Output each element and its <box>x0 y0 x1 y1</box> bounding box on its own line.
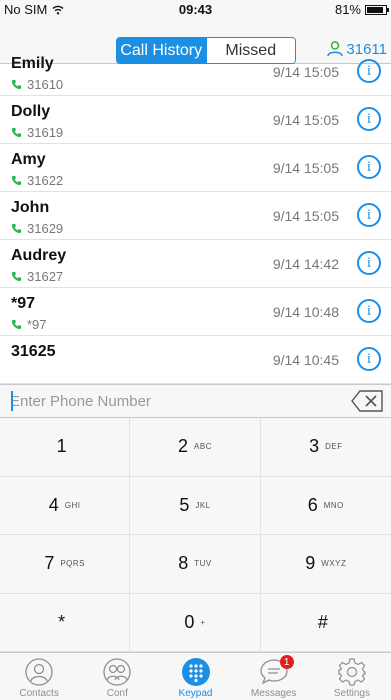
phone-input-row <box>0 384 391 418</box>
key-0[interactable]: 0 + <box>130 593 261 652</box>
caller-name: Amy <box>11 151 46 168</box>
status-time: 09:43 <box>178 2 213 17</box>
caller-number: 31627 <box>27 269 64 284</box>
key-3[interactable]: 3 DEF <box>260 418 391 477</box>
caller-number: 31610 <box>27 77 64 92</box>
call-row[interactable]: Dolly 31619 9/14 15:05 i <box>0 96 391 144</box>
battery-percent: 81% <box>334 2 361 17</box>
status-bar: No SIM 09:43 81% <box>0 0 391 20</box>
battery-icon <box>365 4 389 15</box>
key-8[interactable]: 8 TUV <box>130 535 261 594</box>
caller-name: Emily <box>11 55 54 72</box>
call-row[interactable]: 31625 9/14 10:45 i <box>0 336 391 384</box>
dial-keypad: 1 2 ABC 3 DEF 4 GHI 5 JKL 6 MNO 7 PQRS 8 TUV 9W… <box>0 418 391 652</box>
info-icon[interactable]: i <box>357 203 381 227</box>
caller-number: 31622 <box>27 173 64 188</box>
key-9[interactable]: 9 WXYZ <box>260 535 391 594</box>
tab-label: Keypad <box>178 688 213 699</box>
conference-icon <box>103 658 131 686</box>
tab-label: Messages <box>250 688 297 699</box>
phone-number-input[interactable] <box>10 389 330 413</box>
tab-label: Settings <box>333 688 370 699</box>
call-time: 9/14 15:05 <box>272 64 339 80</box>
tab-bar: Contacts Conf Keypad 1 Messages Settings <box>0 652 391 700</box>
outgoing-call-icon <box>11 319 22 330</box>
tab-conf[interactable]: Conf <box>78 653 156 700</box>
key-7[interactable]: 7 PQRS <box>0 535 131 594</box>
contacts-icon <box>25 658 53 686</box>
call-time: 9/14 10:45 <box>272 352 339 368</box>
call-row[interactable]: Audrey 31627 9/14 14:42 i <box>0 240 391 288</box>
call-row[interactable]: *97 *97 9/14 10:48 i <box>0 288 391 336</box>
call-time: 9/14 14:42 <box>272 256 339 272</box>
caller-name: John <box>11 199 50 216</box>
info-icon[interactable]: i <box>357 347 381 371</box>
caller-name: *97 <box>11 295 36 312</box>
outgoing-call-icon <box>11 175 22 186</box>
key-6[interactable]: 6 MNO <box>260 477 391 535</box>
info-icon[interactable]: i <box>357 155 381 179</box>
outgoing-call-icon <box>11 271 22 282</box>
caller-name: 31625 <box>11 343 56 360</box>
caller-number: 31629 <box>27 221 64 236</box>
outgoing-call-icon <box>11 79 22 90</box>
info-icon[interactable]: i <box>357 59 381 83</box>
call-time: 9/14 10:48 <box>272 304 339 320</box>
key-star[interactable]: * <box>0 593 131 652</box>
info-icon[interactable]: i <box>357 299 381 323</box>
call-time: 9/14 15:05 <box>272 208 339 224</box>
caller-name: Dolly <box>11 103 51 120</box>
unread-badge: 1 <box>279 655 294 669</box>
call-time: 9/14 15:05 <box>272 112 339 128</box>
tab-label: Contacts <box>19 688 59 699</box>
keypad-icon <box>181 658 210 686</box>
tab-contacts[interactable]: Contacts <box>0 653 78 700</box>
key-1[interactable]: 1 <box>0 418 131 477</box>
tab-keypad[interactable]: Keypad <box>156 653 234 700</box>
tab-messages[interactable]: 1 Messages <box>235 653 313 700</box>
info-icon[interactable]: i <box>357 251 381 275</box>
key-2[interactable]: 2 ABC <box>130 418 261 477</box>
call-history-list: Emily 31610 9/14 15:05 i Dolly 31619 9/1… <box>0 48 391 384</box>
backspace-icon[interactable] <box>351 390 383 412</box>
call-time: 9/14 15:05 <box>272 160 339 176</box>
tab-settings[interactable]: Settings <box>313 653 391 700</box>
text-caret <box>11 391 13 411</box>
caller-name: Audrey <box>11 247 67 264</box>
call-row[interactable]: John 31629 9/14 15:05 i <box>0 192 391 240</box>
key-hash[interactable]: # <box>260 594 391 652</box>
caller-number: 31619 <box>27 125 64 140</box>
key-5[interactable]: 5 JKL <box>130 476 261 535</box>
key-4[interactable]: 4 GHI <box>0 476 131 535</box>
outgoing-call-icon <box>11 127 22 138</box>
tab-label: Conf <box>106 688 128 699</box>
info-icon[interactable]: i <box>357 107 381 131</box>
call-row[interactable]: Amy 31622 9/14 15:05 i <box>0 144 391 192</box>
outgoing-call-icon <box>11 223 22 234</box>
settings-icon <box>338 658 366 686</box>
caller-number: *97 <box>27 317 47 332</box>
call-row[interactable]: Emily 31610 9/14 15:05 i <box>0 48 391 96</box>
